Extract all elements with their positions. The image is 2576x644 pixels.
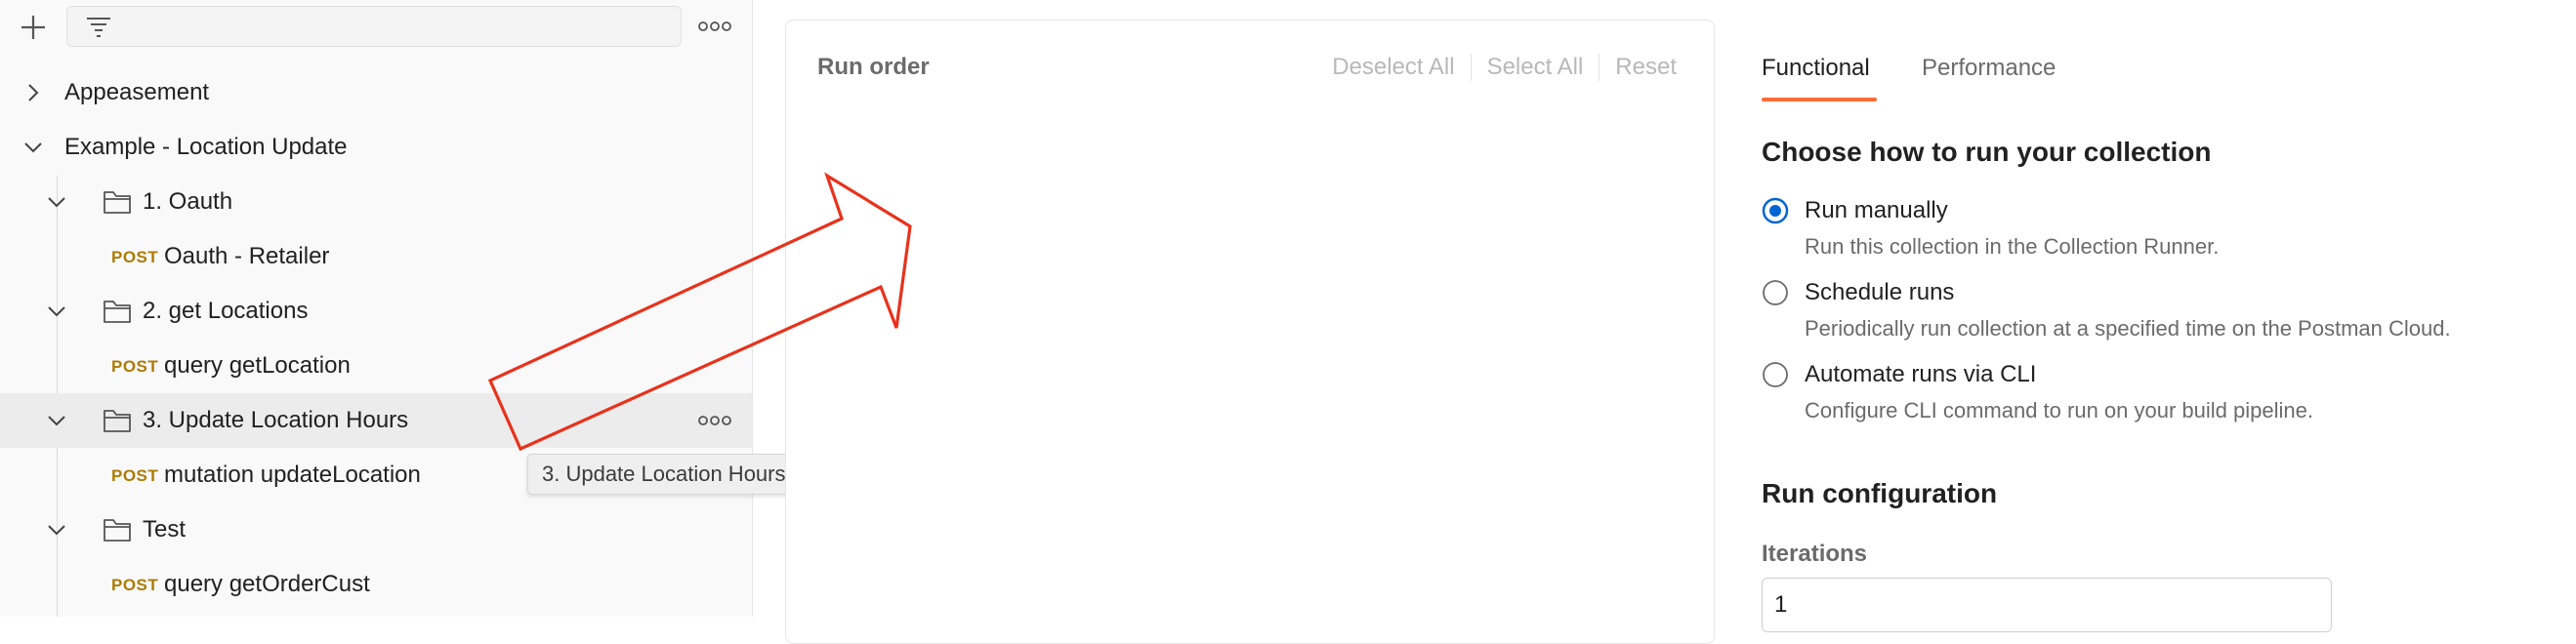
select-all-button[interactable]: Select All: [1487, 54, 1584, 81]
divider: [1599, 54, 1600, 81]
run-order-title: Run order: [817, 54, 930, 80]
method-badge: POST: [111, 248, 159, 266]
sidebar-toolbar: [0, 0, 752, 55]
run-mode-heading: Choose how to run your collection: [1762, 137, 2212, 167]
iterations-label: Iterations: [1762, 541, 1868, 567]
automate-cli-option[interactable]: Automate runs via CLI: [1805, 361, 2036, 388]
folder-label: Test: [143, 516, 187, 543]
active-tab-indicator: [1762, 98, 1877, 101]
schedule-runs-option[interactable]: Schedule runs: [1805, 279, 1954, 306]
filter-input[interactable]: [66, 6, 682, 47]
request-query-getordercust[interactable]: POST query getOrderCust: [0, 557, 752, 612]
chevron-down-icon[interactable]: [45, 300, 68, 323]
request-label: mutation updateLocation: [164, 462, 421, 488]
chevron-down-icon[interactable]: [45, 190, 68, 214]
run-manually-description: Run this collection in the Collection Ru…: [1805, 234, 2220, 259]
radio-empty-icon[interactable]: [1762, 279, 1789, 306]
schedule-runs-description: Periodically run collection at a specifi…: [1805, 316, 2451, 341]
arrow-annotation: [487, 172, 912, 452]
method-badge: POST: [111, 466, 159, 485]
radio-selected-icon[interactable]: [1762, 197, 1789, 224]
request-label: query getOrderCust: [164, 571, 370, 597]
folder-label: 2. get Locations: [143, 298, 309, 324]
folder-icon: [104, 191, 131, 214]
collection-label: Example - Location Update: [64, 134, 348, 160]
collection-appeasement[interactable]: Appeasement: [0, 65, 752, 120]
tab-performance[interactable]: Performance: [1922, 55, 2056, 82]
reset-button[interactable]: Reset: [1615, 54, 1677, 81]
deselect-all-button[interactable]: Deselect All: [1332, 54, 1454, 81]
method-badge: POST: [111, 357, 159, 376]
folder-icon: [104, 519, 131, 542]
chevron-down-icon[interactable]: [45, 409, 68, 432]
filter-icon: [87, 18, 110, 37]
run-manually-option[interactable]: Run manually: [1805, 197, 1948, 224]
more-icon[interactable]: [697, 18, 732, 35]
chevron-right-icon[interactable]: [21, 81, 45, 104]
folder-label: 3. Update Location Hours: [143, 407, 409, 433]
folder-icon: [104, 410, 131, 432]
request-label: query getLocation: [164, 352, 351, 379]
method-badge: POST: [111, 576, 159, 594]
folder-icon: [104, 301, 131, 323]
run-order-actions: Deselect All Select All Reset: [1332, 54, 1677, 81]
automate-cli-description: Configure CLI command to run on your bui…: [1805, 398, 2313, 423]
folder-label: 1. Oauth: [143, 188, 233, 215]
collection-label: Appeasement: [64, 79, 210, 105]
iterations-input[interactable]: [1762, 578, 2332, 632]
request-label: Oauth - Retailer: [164, 243, 330, 269]
divider: [1470, 54, 1472, 81]
chevron-down-icon[interactable]: [21, 136, 45, 159]
chevron-down-icon[interactable]: [45, 518, 68, 542]
tooltip: 3. Update Location Hours: [527, 454, 801, 495]
tab-functional[interactable]: Functional: [1762, 55, 1870, 82]
radio-empty-icon[interactable]: [1762, 361, 1789, 388]
folder-test[interactable]: Test: [0, 503, 752, 557]
run-config-heading: Run configuration: [1762, 478, 1998, 508]
plus-icon[interactable]: [18, 12, 49, 43]
